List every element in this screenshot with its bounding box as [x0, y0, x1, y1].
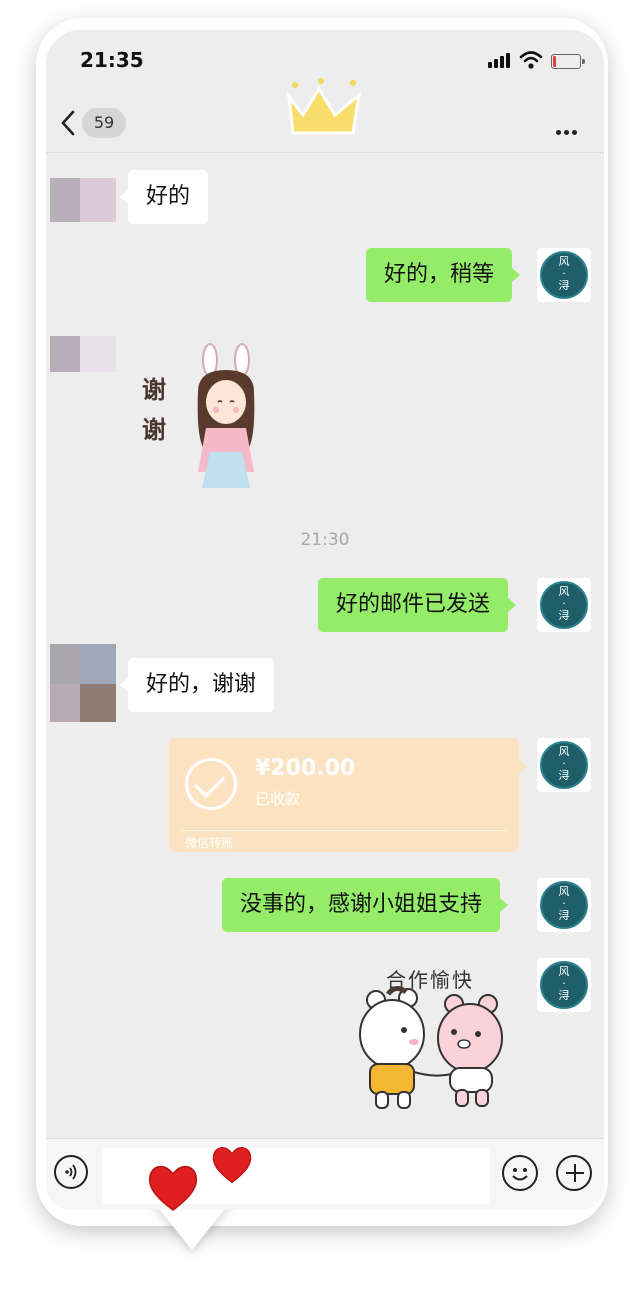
signal-icon — [488, 52, 514, 68]
avatar-text-top: 风 — [558, 585, 570, 598]
transfer-amount: ¥200.00 — [255, 756, 356, 781]
transfer-brand: 微信转账 — [185, 836, 234, 850]
avatar-text-top: 风 — [558, 255, 570, 268]
chevron-left-icon[interactable] — [60, 110, 76, 136]
avatar-text-top: 风 — [558, 965, 570, 978]
message-bubble-received[interactable]: 好的 — [119, 170, 209, 224]
my-avatar[interactable]: 风 · 浔 — [537, 878, 591, 932]
check-circle-icon — [185, 758, 237, 810]
chat-screen: 21:35 59 好的 好的，稍等 风 · 浔 谢谢 21:30 好的邮件已发送… — [46, 30, 604, 1210]
avatar-text-top: 风 — [558, 745, 570, 758]
message-bubble-sent[interactable]: 没事的，感谢小姐姐支持 — [222, 878, 509, 932]
contact-avatar[interactable] — [50, 336, 116, 380]
crown-icon — [286, 78, 362, 135]
sticker-caption: 谢谢 — [142, 376, 166, 444]
unread-count-badge[interactable]: 59 — [82, 108, 126, 138]
heart-icon — [148, 1165, 198, 1211]
avatar-text-top: 风 — [558, 885, 570, 898]
header-divider — [46, 152, 604, 153]
avatar-text-bottom: 浔 — [558, 989, 570, 1002]
contact-avatar[interactable] — [50, 178, 116, 222]
my-avatar[interactable]: 风 · 浔 — [537, 738, 591, 792]
bears-sticker[interactable] — [358, 986, 518, 1116]
emoji-icon[interactable] — [502, 1155, 538, 1191]
transfer-card[interactable]: ¥200.00 已收款 微信转账 — [169, 738, 527, 852]
avatar-text-bottom: 浔 — [558, 279, 570, 292]
my-avatar[interactable]: 风 · 浔 — [537, 578, 591, 632]
heart-icon — [212, 1147, 252, 1184]
avatar-text-bottom: 浔 — [558, 769, 570, 782]
more-dots-icon[interactable] — [556, 120, 580, 139]
input-bar — [46, 1138, 604, 1210]
wifi-icon — [519, 51, 543, 69]
status-time: 21:35 — [80, 48, 144, 72]
bunny-girl-sticker[interactable] — [184, 342, 268, 492]
my-avatar[interactable]: 风 · 浔 — [537, 958, 591, 1012]
avatar-text-bottom: 浔 — [558, 609, 570, 622]
message-timestamp: 21:30 — [300, 530, 350, 550]
transfer-divider — [181, 830, 507, 831]
voice-icon[interactable] — [54, 1155, 88, 1189]
avatar-text-bottom: 浔 — [558, 909, 570, 922]
battery-icon — [551, 54, 585, 69]
transfer-status: 已收款 — [255, 790, 301, 808]
my-avatar[interactable]: 风 · 浔 — [537, 248, 591, 302]
plus-icon[interactable] — [556, 1155, 592, 1191]
contact-avatar[interactable] — [50, 644, 116, 722]
message-bubble-received[interactable]: 好的，谢谢 — [119, 658, 275, 712]
message-bubble-sent[interactable]: 好的，稍等 — [366, 248, 521, 302]
message-bubble-sent[interactable]: 好的邮件已发送 — [318, 578, 517, 632]
